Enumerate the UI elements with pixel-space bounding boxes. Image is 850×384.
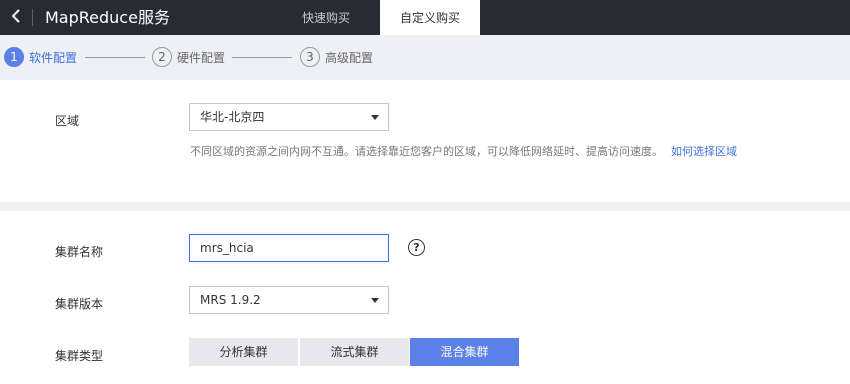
app-title: MapReduce服务 <box>45 8 170 27</box>
step-indicator: 1 软件配置 2 硬件配置 3 高级配置 <box>0 35 850 80</box>
step-connector <box>232 57 292 58</box>
back-button[interactable] <box>0 0 32 35</box>
top-bar: MapReduce服务 快速购买 自定义购买 <box>0 0 850 35</box>
step-label: 高级配置 <box>325 50 374 65</box>
step-number: 2 <box>152 47 172 67</box>
step-advanced-config: 3 高级配置 <box>300 47 373 67</box>
tab-custom-buy[interactable]: 自定义购买 <box>380 0 480 35</box>
region-card: 区域 华北-北京四 不同区域的资源之间内网不互通。请选择靠近您客户的区域，可以降… <box>0 80 850 202</box>
step-number: 1 <box>4 47 24 67</box>
cluster-card: 集群名称 mrs_hcia ? 集群版本 MRS 1.9.2 集群类型 分析集群… <box>0 211 850 384</box>
cluster-type-analysis[interactable]: 分析集群 <box>189 338 298 366</box>
help-icon[interactable]: ? <box>408 239 425 256</box>
step-hardware-config: 2 硬件配置 <box>152 47 225 67</box>
tab-quick-buy[interactable]: 快速购买 <box>272 0 380 35</box>
cluster-name-input[interactable]: mrs_hcia <box>189 234 389 262</box>
chevron-left-icon <box>11 8 21 27</box>
caret-down-icon <box>371 115 379 120</box>
cluster-type-streaming[interactable]: 流式集群 <box>300 338 409 366</box>
cluster-version-label: 集群版本 <box>55 297 104 311</box>
cluster-type-hybrid[interactable]: 混合集群 <box>410 338 519 366</box>
region-hint-text: 不同区域的资源之间内网不互通。请选择靠近您客户的区域，可以降低网络延时、提高访问… <box>190 145 663 158</box>
region-help-link[interactable]: 如何选择区域 <box>671 145 737 158</box>
step-label: 硬件配置 <box>177 50 226 65</box>
region-select[interactable]: 华北-北京四 <box>189 103 389 131</box>
cluster-version-value: MRS 1.9.2 <box>200 293 261 307</box>
cluster-version-select[interactable]: MRS 1.9.2 <box>189 286 389 314</box>
region-hint: 不同区域的资源之间内网不互通。请选择靠近您客户的区域，可以降低网络延时、提高访问… <box>190 143 737 159</box>
header-divider <box>32 9 33 26</box>
region-label: 区域 <box>55 114 80 128</box>
step-label: 软件配置 <box>29 50 78 65</box>
cluster-name-label: 集群名称 <box>55 245 104 259</box>
step-number: 3 <box>300 47 320 67</box>
region-select-value: 华北-北京四 <box>200 110 265 124</box>
step-connector <box>85 57 145 58</box>
cluster-type-label: 集群类型 <box>55 349 104 363</box>
caret-down-icon <box>371 298 379 303</box>
step-software-config: 1 软件配置 <box>4 47 77 67</box>
